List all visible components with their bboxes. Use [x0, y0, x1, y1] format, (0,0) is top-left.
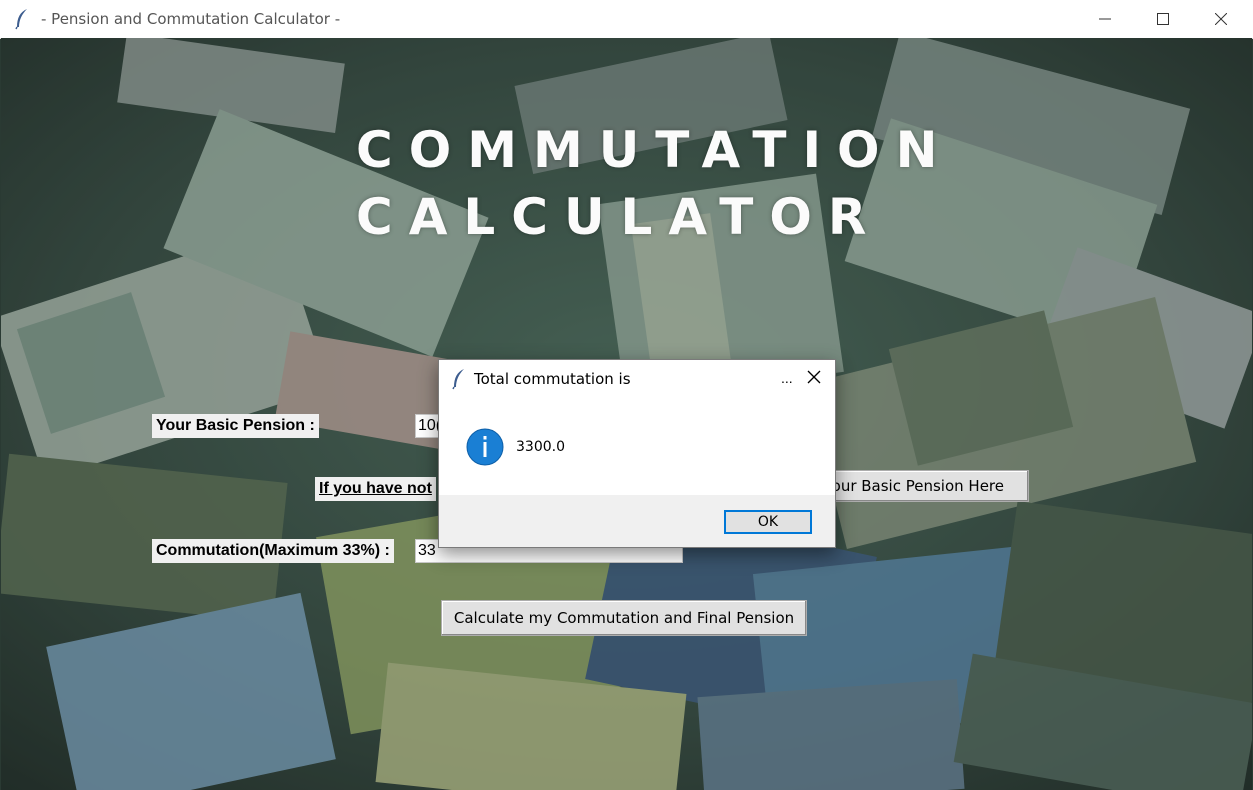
- close-icon: [1215, 13, 1227, 25]
- feather-icon: [452, 369, 464, 390]
- maximize-icon: [1157, 13, 1169, 25]
- calculate-commutation-button[interactable]: Calculate my Commutation and Final Pensi…: [441, 600, 807, 636]
- window-title-bar: - Pension and Commutation Calculator -: [0, 0, 1253, 39]
- ok-button[interactable]: OK: [724, 510, 812, 534]
- feather-icon: [15, 9, 27, 30]
- dialog-title: Total commutation is: [474, 370, 631, 388]
- heading-line-2: CALCULATOR: [356, 188, 883, 246]
- dialog-close-button[interactable]: [803, 366, 825, 388]
- dialog-more-label: ...: [781, 370, 793, 386]
- calculate-commutation-button-label: Calculate my Commutation and Final Pensi…: [453, 609, 795, 627]
- ok-button-label: OK: [757, 514, 779, 530]
- close-button[interactable]: [1192, 0, 1250, 38]
- info-icon: [466, 428, 504, 466]
- minimize-icon: [1099, 18, 1111, 20]
- calculate-basic-pension-button-label: e your Basic Pension Here: [808, 477, 1004, 495]
- commutation-result-dialog: Total commutation is ... 3300.0 OK: [438, 359, 836, 548]
- maximize-button[interactable]: [1134, 0, 1192, 38]
- info-label: If you have not: [315, 477, 436, 501]
- commutation-label: Commutation(Maximum 33%) :: [152, 539, 394, 563]
- heading-line-1: COMMUTATION: [356, 121, 954, 179]
- basic-pension-label: Your Basic Pension :: [152, 414, 319, 438]
- dialog-message: 3300.0: [516, 439, 565, 455]
- close-icon: [807, 370, 821, 384]
- minimize-button[interactable]: [1076, 0, 1134, 38]
- window-title: - Pension and Commutation Calculator -: [41, 10, 341, 28]
